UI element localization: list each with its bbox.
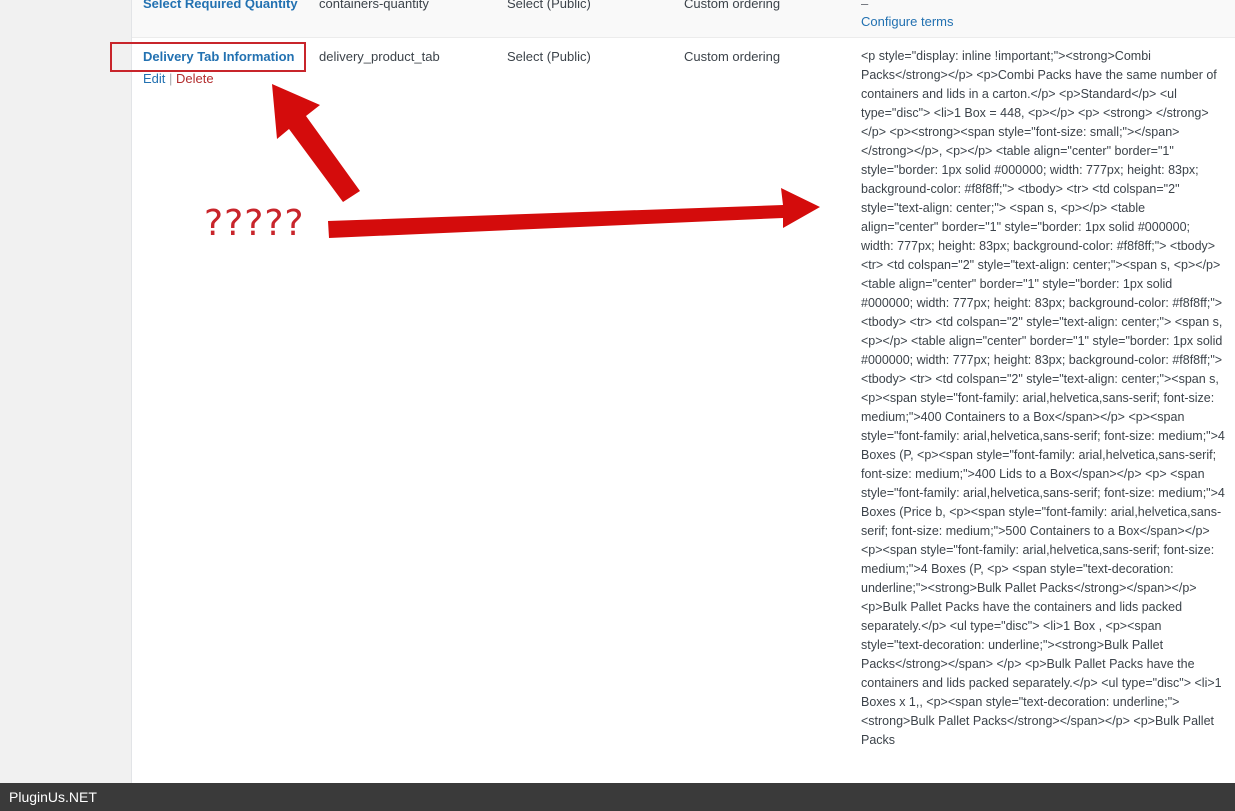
configure-terms-link[interactable]: Configure terms [861, 14, 953, 29]
row-terms: Configure terms [861, 12, 953, 31]
watermark-bar: PluginUs.NET [0, 783, 1235, 811]
row-order: Custom ordering [684, 0, 781, 11]
taxonomy-table: Select Required Quantity containers-quan… [131, 0, 1235, 783]
watermark-text: PluginUs.NET [9, 789, 97, 805]
row-actions: Edit | Delete [143, 69, 214, 88]
row-name: Delivery Tab Information [143, 47, 294, 66]
row-terms-raw-html: <p style="display: inline !important;"><… [861, 49, 1225, 747]
attribute-name-link[interactable]: Select Required Quantity [143, 0, 298, 11]
row-order: Custom ordering [684, 49, 781, 64]
table-row: Select Required Quantity containers-quan… [132, 0, 1235, 38]
action-separator: | [169, 71, 173, 86]
attribute-name-link[interactable]: Delivery Tab Information [143, 49, 294, 64]
delete-link[interactable]: Delete [176, 71, 214, 86]
table-row: Delivery Tab Information Edit | Delete d… [132, 38, 1235, 783]
row-name: Select Required Quantity [143, 0, 298, 13]
edit-link[interactable]: Edit [143, 71, 165, 86]
row-type: Select (Public) [507, 49, 591, 64]
annotation-question-marks: ????? [204, 203, 305, 244]
row-slug: delivery_product_tab [319, 49, 440, 64]
row-slug: containers-quantity [319, 0, 429, 11]
row-type: Select (Public) [507, 0, 591, 11]
